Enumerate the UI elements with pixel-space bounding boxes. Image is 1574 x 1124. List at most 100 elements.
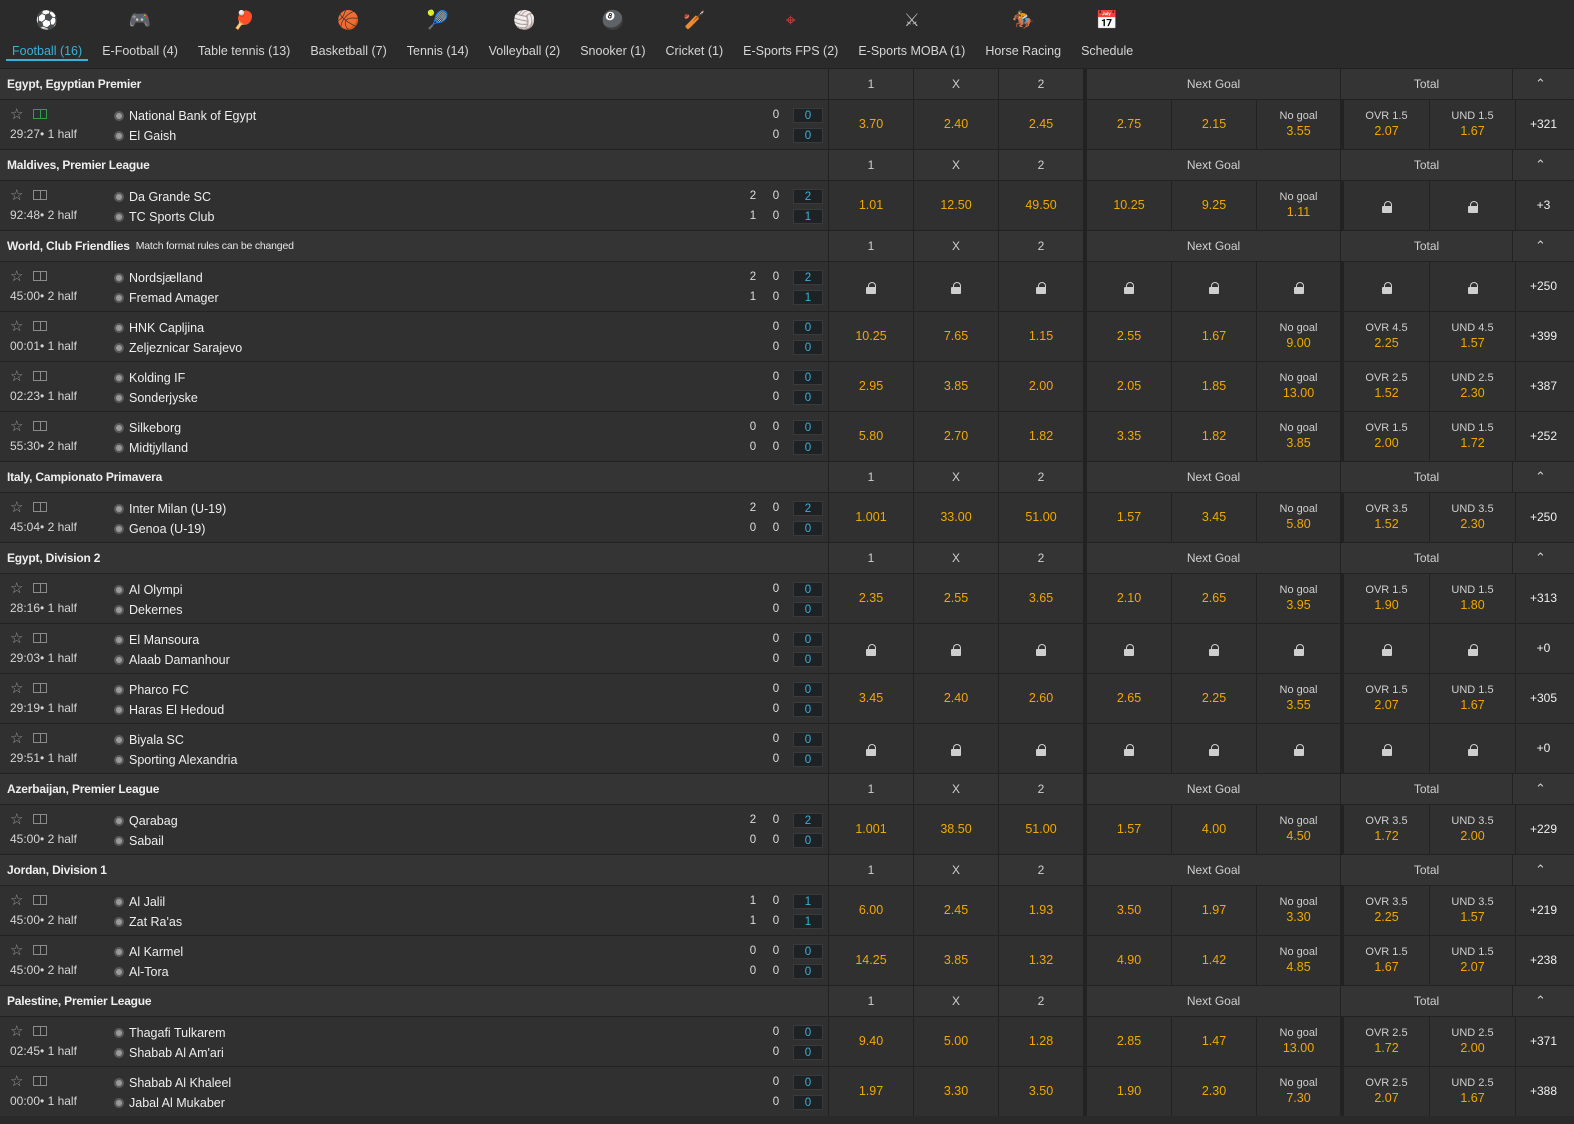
odd-draw[interactable]: 7.65 bbox=[913, 312, 998, 361]
match-row[interactable]: ☆ 45:00• 2 half Al Karmel 0 0 0 Al-Tora 0 0 0 14.2… bbox=[0, 935, 1574, 985]
odd-away[interactable]: 2.00 bbox=[998, 362, 1083, 411]
odd-away[interactable]: 1.15 bbox=[998, 312, 1083, 361]
field-icon[interactable] bbox=[33, 371, 47, 381]
more-markets-button[interactable]: +252 bbox=[1515, 412, 1571, 461]
odd-away[interactable]: 51.00 bbox=[998, 493, 1083, 542]
under-odd[interactable]: UND 4.5 1.57 bbox=[1429, 312, 1515, 361]
more-markets-button[interactable]: +371 bbox=[1515, 1017, 1571, 1066]
match-info[interactable]: ☆ 29:27• 1 half National Bank of Egypt 0 0 El… bbox=[0, 100, 828, 149]
field-icon[interactable] bbox=[33, 683, 47, 693]
more-markets-button[interactable]: +313 bbox=[1515, 574, 1571, 623]
match-row[interactable]: ☆ 45:00• 2 half Nordsjælland 2 0 2 Fremad Amag… bbox=[0, 261, 1574, 311]
over-odd[interactable]: OVR 1.5 1.90 bbox=[1343, 574, 1429, 623]
sport-tab-1[interactable]: 🎮 E-Football (4) bbox=[92, 0, 188, 68]
match-row[interactable]: ☆ 45:00• 2 half Qarabag 2 0 2 Sabail 0 0 0 1.001 38… bbox=[0, 804, 1574, 854]
match-row[interactable]: ☆ 29:27• 1 half National Bank of Egypt 0 0 El… bbox=[0, 99, 1574, 149]
star-icon[interactable]: ☆ bbox=[10, 369, 23, 384]
next-goal-home[interactable]: 2.85 bbox=[1086, 1017, 1171, 1066]
under-odd[interactable]: UND 2.5 1.67 bbox=[1429, 1067, 1515, 1116]
match-row[interactable]: ☆ 92:48• 2 half Da Grande SC 2 0 2 TC Sports C… bbox=[0, 180, 1574, 230]
field-icon[interactable] bbox=[33, 583, 47, 593]
chevron-up-icon[interactable]: ⌃ bbox=[1512, 543, 1568, 573]
field-icon[interactable] bbox=[33, 633, 47, 643]
more-markets-button[interactable]: +305 bbox=[1515, 674, 1571, 723]
next-goal-home[interactable]: 3.50 bbox=[1086, 886, 1171, 935]
no-goal-odd[interactable]: No goal 3.55 bbox=[1256, 100, 1340, 149]
match-row[interactable]: ☆ 55:30• 2 half Silkeborg 0 0 0 Midtjylland 0 0 0… bbox=[0, 411, 1574, 461]
sport-tab-8[interactable]: ⌖ E-Sports FPS (2) bbox=[733, 0, 848, 68]
field-icon[interactable] bbox=[33, 1076, 47, 1086]
field-icon[interactable] bbox=[33, 421, 47, 431]
over-odd[interactable]: OVR 2.5 2.07 bbox=[1343, 1067, 1429, 1116]
chevron-up-icon[interactable]: ⌃ bbox=[1512, 774, 1568, 804]
next-goal-away[interactable]: 4.00 bbox=[1171, 805, 1256, 854]
match-info[interactable]: ☆ 45:00• 2 half Al Jalil 1 0 1 Zat Ra'as 1 0 1 bbox=[0, 886, 828, 935]
under-odd[interactable]: UND 2.5 2.00 bbox=[1429, 1017, 1515, 1066]
sport-tab-0[interactable]: ⚽ Football (16) bbox=[2, 0, 92, 68]
chevron-up-icon[interactable]: ⌃ bbox=[1512, 462, 1568, 492]
next-goal-away[interactable]: 2.15 bbox=[1171, 100, 1256, 149]
star-icon[interactable]: ☆ bbox=[10, 581, 23, 596]
next-goal-away[interactable]: 9.25 bbox=[1171, 181, 1256, 230]
odd-home[interactable]: 2.95 bbox=[828, 362, 913, 411]
next-goal-away[interactable]: 3.45 bbox=[1171, 493, 1256, 542]
field-icon[interactable] bbox=[33, 109, 47, 119]
more-markets-button[interactable]: +387 bbox=[1515, 362, 1571, 411]
under-odd[interactable]: UND 1.5 1.67 bbox=[1429, 674, 1515, 723]
field-icon[interactable] bbox=[33, 733, 47, 743]
next-goal-home[interactable]: 3.35 bbox=[1086, 412, 1171, 461]
no-goal-odd[interactable]: No goal 1.11 bbox=[1256, 181, 1340, 230]
next-goal-home[interactable]: 1.57 bbox=[1086, 805, 1171, 854]
star-icon[interactable]: ☆ bbox=[10, 269, 23, 284]
match-row[interactable]: ☆ 45:04• 2 half Inter Milan (U-19) 2 0 2 Genoa… bbox=[0, 492, 1574, 542]
odd-home[interactable]: 1.01 bbox=[828, 181, 913, 230]
field-icon[interactable] bbox=[33, 321, 47, 331]
more-markets-button[interactable]: +219 bbox=[1515, 886, 1571, 935]
odd-draw[interactable]: 2.40 bbox=[913, 100, 998, 149]
sport-tab-10[interactable]: 🏇 Horse Racing bbox=[975, 0, 1071, 68]
next-goal-home[interactable]: 10.25 bbox=[1086, 181, 1171, 230]
field-icon[interactable] bbox=[33, 271, 47, 281]
odd-away[interactable]: 1.28 bbox=[998, 1017, 1083, 1066]
odd-draw[interactable]: 2.70 bbox=[913, 412, 998, 461]
more-markets-button[interactable]: +229 bbox=[1515, 805, 1571, 854]
over-odd[interactable]: OVR 1.5 2.07 bbox=[1343, 674, 1429, 723]
odd-away[interactable]: 3.50 bbox=[998, 1067, 1083, 1116]
odd-away[interactable]: 1.93 bbox=[998, 886, 1083, 935]
next-goal-away[interactable]: 1.85 bbox=[1171, 362, 1256, 411]
next-goal-away[interactable]: 1.67 bbox=[1171, 312, 1256, 361]
odd-away[interactable]: 1.82 bbox=[998, 412, 1083, 461]
next-goal-away[interactable]: 1.47 bbox=[1171, 1017, 1256, 1066]
sport-tab-4[interactable]: 🎾 Tennis (14) bbox=[397, 0, 479, 68]
next-goal-home[interactable]: 2.75 bbox=[1086, 100, 1171, 149]
sport-tab-2[interactable]: 🏓 Table tennis (13) bbox=[188, 0, 300, 68]
star-icon[interactable]: ☆ bbox=[10, 943, 23, 958]
over-odd[interactable]: OVR 3.5 1.72 bbox=[1343, 805, 1429, 854]
match-row[interactable]: ☆ 45:00• 2 half Al Jalil 1 0 1 Zat Ra'as 1 0 1 6.0… bbox=[0, 885, 1574, 935]
match-info[interactable]: ☆ 29:51• 1 half Biyala SC 0 0 Sporting Alexan… bbox=[0, 724, 828, 773]
star-icon[interactable]: ☆ bbox=[10, 812, 23, 827]
odd-away[interactable]: 1.32 bbox=[998, 936, 1083, 985]
match-info[interactable]: ☆ 02:45• 1 half Thagafi Tulkarem 0 0 Shabab A… bbox=[0, 1017, 828, 1066]
star-icon[interactable]: ☆ bbox=[10, 319, 23, 334]
odd-home[interactable]: 10.25 bbox=[828, 312, 913, 361]
star-icon[interactable]: ☆ bbox=[10, 631, 23, 646]
odd-home[interactable]: 5.80 bbox=[828, 412, 913, 461]
more-markets-button[interactable]: +388 bbox=[1515, 1067, 1571, 1116]
odd-home[interactable]: 14.25 bbox=[828, 936, 913, 985]
no-goal-odd[interactable]: No goal 5.80 bbox=[1256, 493, 1340, 542]
under-odd[interactable]: UND 3.5 1.57 bbox=[1429, 886, 1515, 935]
sport-tab-5[interactable]: 🏐 Volleyball (2) bbox=[479, 0, 571, 68]
sport-tab-7[interactable]: 🏏 Cricket (1) bbox=[656, 0, 734, 68]
match-row[interactable]: ☆ 29:03• 1 half El Mansoura 0 0 Alaab Damanho… bbox=[0, 623, 1574, 673]
no-goal-odd[interactable]: No goal 3.30 bbox=[1256, 886, 1340, 935]
match-row[interactable]: ☆ 29:51• 1 half Biyala SC 0 0 Sporting Alexan… bbox=[0, 723, 1574, 773]
sport-tab-3[interactable]: 🏀 Basketball (7) bbox=[300, 0, 396, 68]
odd-home[interactable]: 1.001 bbox=[828, 493, 913, 542]
star-icon[interactable]: ☆ bbox=[10, 731, 23, 746]
odd-away[interactable]: 49.50 bbox=[998, 181, 1083, 230]
star-icon[interactable]: ☆ bbox=[10, 188, 23, 203]
next-goal-home[interactable]: 2.55 bbox=[1086, 312, 1171, 361]
no-goal-odd[interactable]: No goal 4.85 bbox=[1256, 936, 1340, 985]
match-info[interactable]: ☆ 92:48• 2 half Da Grande SC 2 0 2 TC Sports C… bbox=[0, 181, 828, 230]
